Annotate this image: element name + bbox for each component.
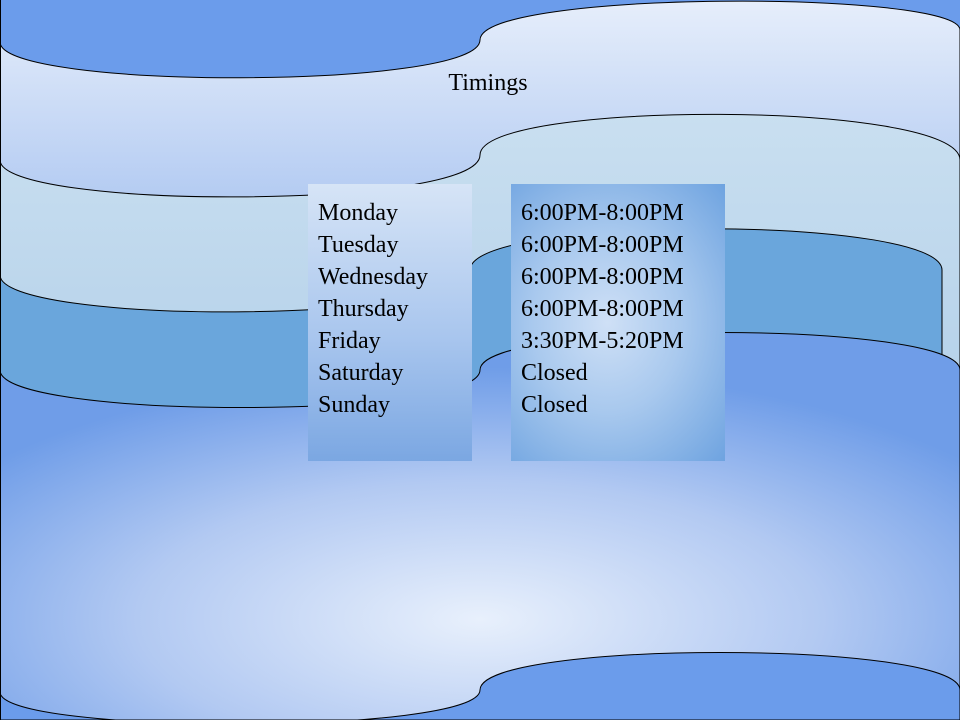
time-value: 6:00PM-8:00PM — [521, 200, 684, 226]
time-value: 6:00PM-8:00PM — [521, 296, 684, 322]
day-label: Monday — [318, 200, 398, 226]
slide: Timings Monday Tuesday Wednesday Thursda… — [0, 0, 960, 720]
day-label: Saturday — [318, 360, 404, 386]
time-value: Closed — [521, 360, 588, 386]
time-value: Closed — [521, 392, 588, 418]
time-value: 6:00PM-8:00PM — [521, 264, 684, 290]
time-value: 3:30PM-5:20PM — [521, 328, 684, 354]
day-label: Wednesday — [318, 264, 429, 290]
days-column: Monday Tuesday Wednesday Thursday Friday… — [308, 184, 472, 461]
day-label: Tuesday — [318, 232, 399, 258]
times-column: 6:00PM-8:00PM 6:00PM-8:00PM 6:00PM-8:00P… — [511, 184, 725, 461]
day-label: Friday — [318, 328, 381, 354]
page-title: Timings — [448, 70, 528, 96]
day-label: Sunday — [318, 392, 390, 418]
time-value: 6:00PM-8:00PM — [521, 232, 684, 258]
wave-background — [0, 0, 960, 720]
day-label: Thursday — [318, 296, 409, 322]
